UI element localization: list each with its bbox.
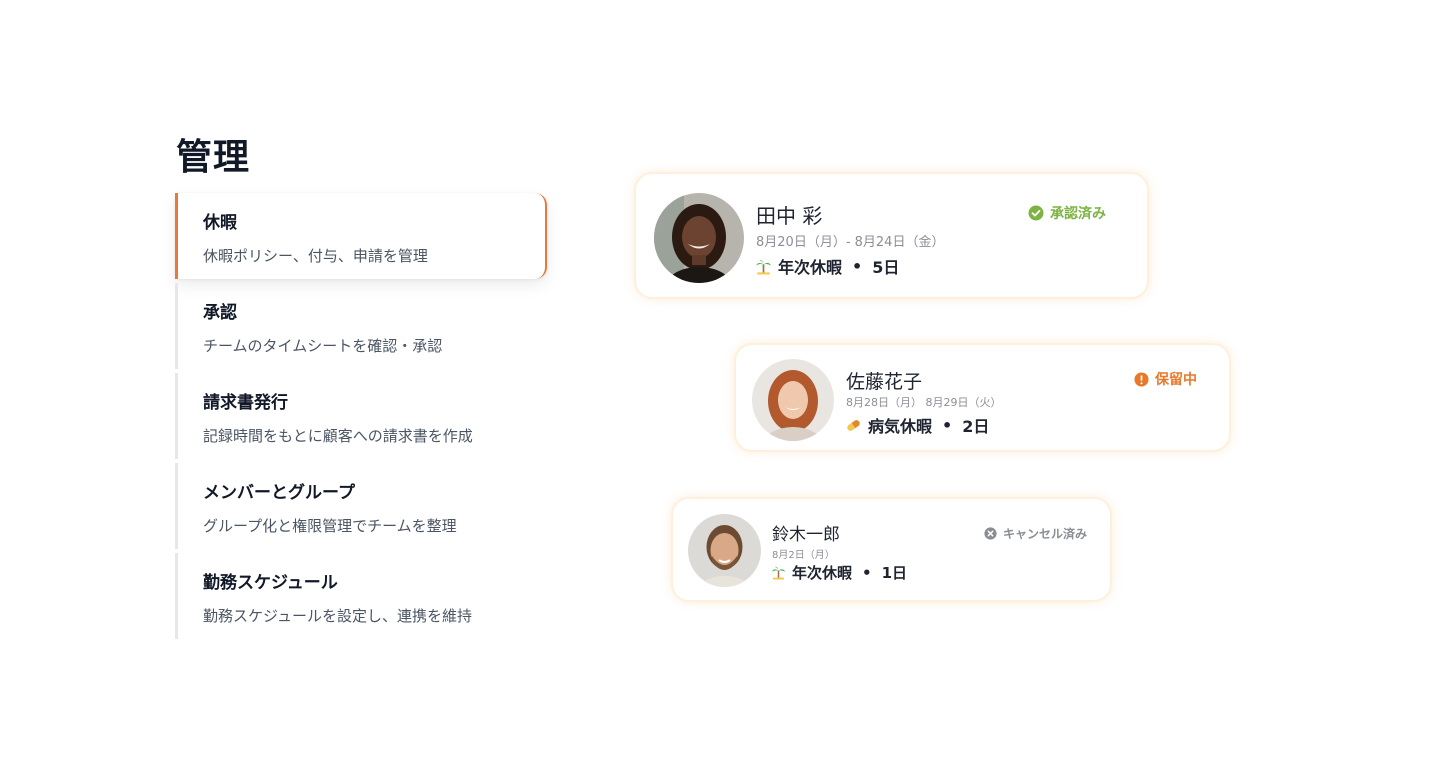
avatar	[688, 514, 761, 587]
employee-name: 鈴木一郎	[772, 525, 840, 545]
menu-item-description: 記録時間をもとに顧客への請求書を作成	[203, 427, 473, 445]
menu-item-description: チームのタイムシートを確認・承認	[203, 337, 443, 355]
separator: •	[862, 563, 872, 582]
leave-duration: 1日	[881, 564, 908, 582]
menu-item-members-groups[interactable]: メンバーとグループ グループ化と権限管理でチームを整理	[175, 463, 547, 549]
check-circle-icon	[1028, 205, 1044, 221]
leave-request-card: 鈴木一郎 8月2日（月） 年次休暇 • 1日 キャンセル済み	[671, 497, 1112, 602]
status-label: キャンセル済み	[1003, 527, 1088, 541]
menu-item-description: グループ化と権限管理でチームを整理	[203, 517, 457, 535]
leave-request-card: 佐藤花子 8月28日（月） 8月29日（火） 病気休暇 • 2日 保留中	[734, 343, 1231, 452]
menu-item-leave[interactable]: 休暇 休暇ポリシー、付与、申請を管理	[175, 193, 547, 279]
employee-name: 佐藤花子	[846, 371, 923, 393]
leave-duration: 2日	[962, 417, 990, 436]
avatar	[752, 359, 834, 441]
admin-menu: 休暇 休暇ポリシー、付与、申請を管理 承認 チームのタイムシートを確認・承認 請…	[175, 193, 547, 643]
leave-type-label: 年次休暇	[778, 258, 843, 277]
status-badge: 承認済み	[1028, 203, 1106, 223]
status-badge: キャンセル済み	[984, 525, 1087, 542]
leave-type: 年次休暇 • 1日	[771, 562, 907, 583]
menu-item-description: 勤務スケジュールを設定し、連携を維持	[203, 607, 472, 625]
status-label: 承認済み	[1050, 206, 1106, 222]
palm-tree-icon	[771, 565, 786, 580]
leave-type-label: 病気休暇	[868, 417, 933, 436]
leave-type-label: 年次休暇	[792, 564, 853, 582]
menu-item-title: 承認	[203, 303, 237, 323]
menu-item-title: 請求書発行	[203, 393, 288, 413]
status-badge: 保留中	[1134, 369, 1197, 389]
menu-item-approvals[interactable]: 承認 チームのタイムシートを確認・承認	[175, 283, 547, 369]
leave-duration: 5日	[872, 258, 900, 277]
leave-request-card: 田中 彩 8月20日（月）- 8月24日（金） 年次休暇 • 5日 承認済み	[634, 172, 1149, 299]
status-label: 保留中	[1155, 372, 1197, 388]
section-title: 管理	[176, 137, 251, 178]
avatar	[654, 193, 744, 283]
alert-circle-icon	[1134, 371, 1149, 387]
leave-dates: 8月20日（月）- 8月24日（金）	[756, 235, 945, 250]
leave-dates: 8月2日（月）	[772, 550, 835, 561]
separator: •	[942, 415, 953, 435]
employee-name: 田中 彩	[756, 204, 823, 228]
menu-item-work-schedule[interactable]: 勤務スケジュール 勤務スケジュールを設定し、連携を維持	[175, 553, 547, 639]
menu-item-invoicing[interactable]: 請求書発行 記録時間をもとに顧客への請求書を作成	[175, 373, 547, 459]
x-circle-icon	[984, 527, 997, 540]
menu-item-title: 休暇	[203, 213, 237, 233]
palm-tree-icon	[755, 258, 772, 275]
pill-icon	[845, 417, 862, 434]
leave-type: 年次休暇 • 5日	[755, 254, 899, 278]
page: 管理 休暇 休暇ポリシー、付与、申請を管理 承認 チームのタイムシートを確認・承…	[0, 0, 1454, 774]
menu-item-title: メンバーとグループ	[203, 483, 355, 503]
leave-type: 病気休暇 • 2日	[845, 413, 989, 437]
leave-dates: 8月28日（月） 8月29日（火）	[846, 396, 1002, 409]
separator: •	[852, 256, 863, 276]
menu-item-description: 休暇ポリシー、付与、申請を管理	[203, 247, 428, 265]
menu-item-title: 勤務スケジュール	[203, 573, 338, 593]
